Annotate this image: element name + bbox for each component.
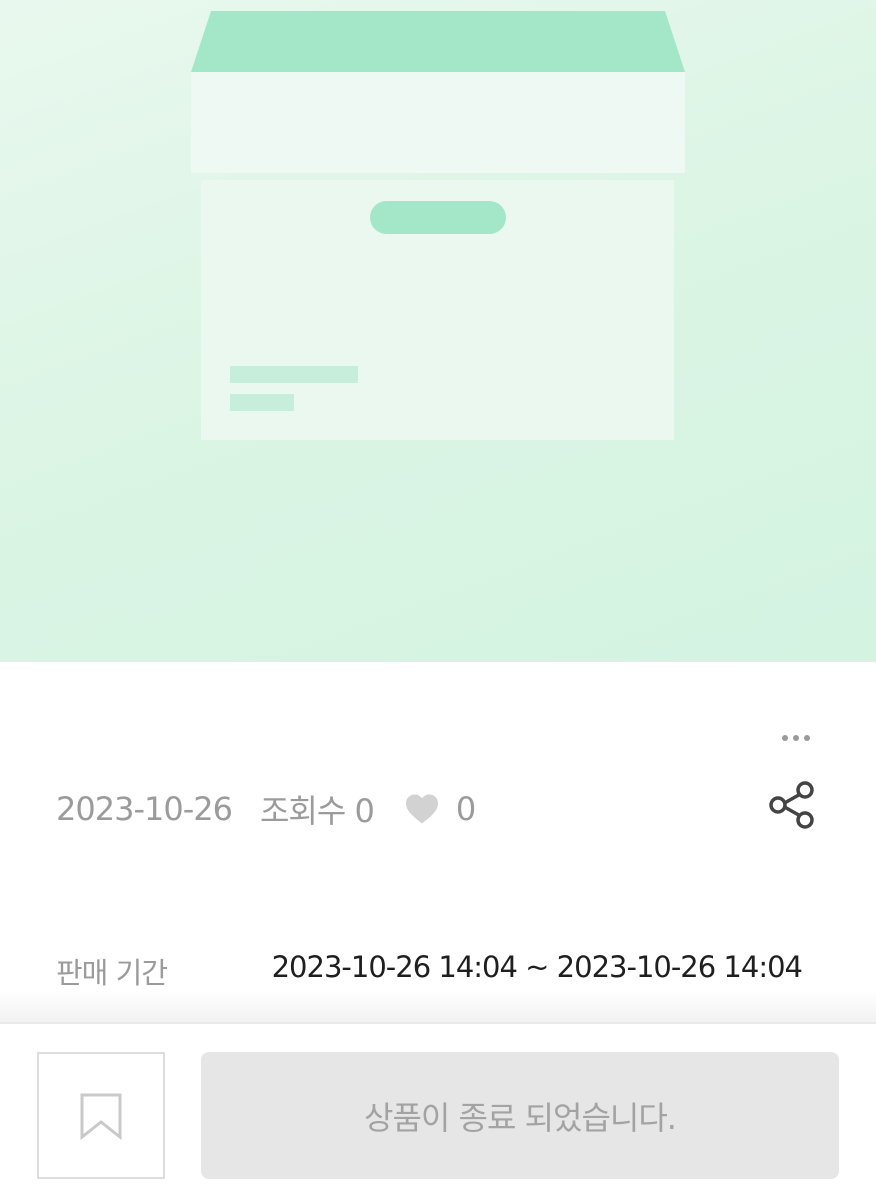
heart-icon xyxy=(405,794,438,824)
more-dot xyxy=(804,735,810,741)
divider xyxy=(0,1022,876,1024)
archive-box-illustration xyxy=(191,11,685,440)
box-lid-front xyxy=(191,72,685,173)
like-button[interactable]: 0 xyxy=(404,790,476,828)
like-count: 0 xyxy=(455,790,476,828)
sale-period-label: 판매 기간 xyxy=(56,956,168,990)
more-horizontal-icon xyxy=(782,735,788,741)
sale-period-value: 2023-10-26 14:04 ~ 2023-10-26 14:04 xyxy=(271,950,803,984)
box-label-line xyxy=(230,366,358,383)
post-date: 2023-10-26 xyxy=(56,790,233,828)
box-label-line xyxy=(230,394,294,411)
sale-ended-button[interactable]: 상품이 종료 되었습니다. xyxy=(201,1052,839,1179)
bookmark-icon xyxy=(80,1093,122,1140)
post-meta: 2023-10-26 조회수 0 0 xyxy=(56,786,476,832)
box-lid-top xyxy=(191,11,685,72)
share-icon xyxy=(769,781,814,829)
product-detail-page: 2023-10-26 조회수 0 0 판매 기간 2023-10-26 14:0… xyxy=(0,0,876,1200)
section-shadow xyxy=(0,990,876,1024)
more-dot xyxy=(793,735,799,741)
product-image xyxy=(0,0,876,662)
more-options-button[interactable] xyxy=(770,722,822,754)
view-count: 조회수 0 xyxy=(259,792,375,830)
bookmark-button[interactable] xyxy=(37,1052,165,1179)
box-handle xyxy=(370,201,506,234)
share-button[interactable] xyxy=(764,776,822,834)
